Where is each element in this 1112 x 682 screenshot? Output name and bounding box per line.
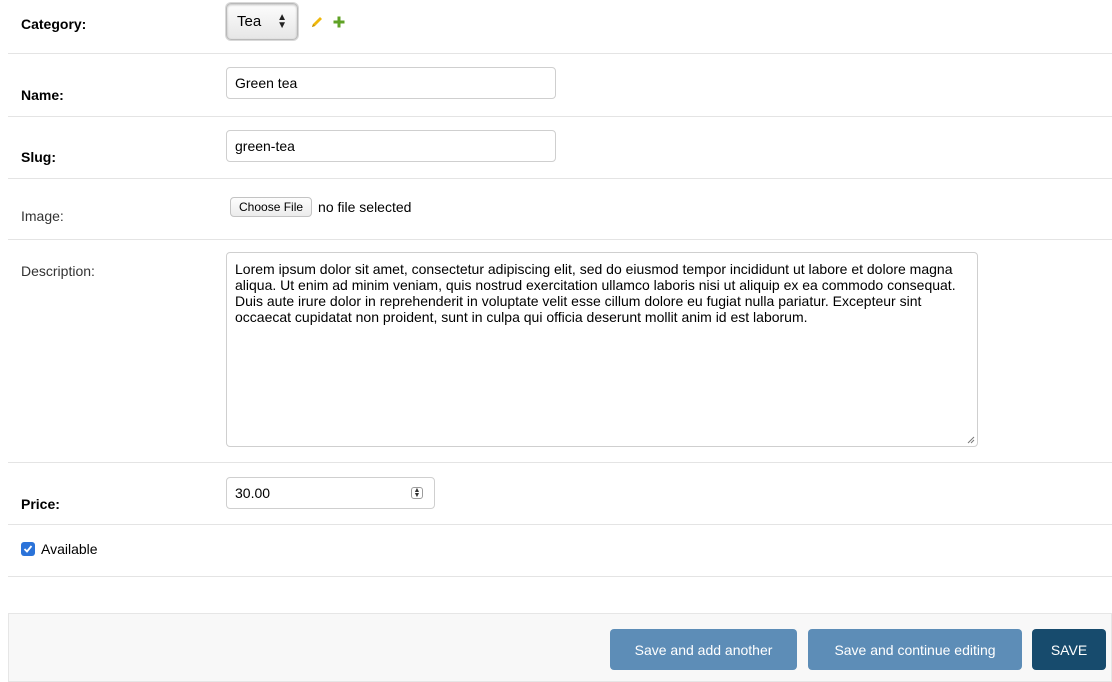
category-select[interactable]: Tea ▲ ▼ [226,3,298,40]
price-field: ▲▼ [226,477,435,509]
description-label: Description: [21,263,95,279]
description-row: Description: Lorem ipsum dolor sit amet,… [8,240,1112,463]
image-label: Image: [21,208,64,224]
stepper-icon[interactable]: ▲ ▼ [411,487,423,499]
slug-label: Slug: [21,149,56,165]
name-input[interactable] [226,67,556,99]
category-selected-value: Tea [237,13,262,30]
checkmark-icon [23,545,33,553]
category-row: Category: Tea ▲ ▼ [8,0,1112,54]
category-field: Tea ▲ ▼ [226,3,348,40]
slug-row: Slug: [8,117,1112,179]
price-input[interactable] [226,477,435,509]
plus-icon[interactable] [330,13,348,31]
save-and-continue-button[interactable]: Save and continue editing [808,629,1022,670]
submit-row: Save and add another Save and continue e… [8,613,1112,682]
file-status-text: no file selected [318,199,412,215]
save-and-add-another-button[interactable]: Save and add another [610,629,797,670]
resize-handle-icon[interactable] [967,436,975,444]
name-row: Name: [8,54,1112,117]
available-row: Available [8,525,1112,577]
available-label: Available [41,541,98,557]
slug-input[interactable] [226,130,556,162]
category-label: Category: [21,16,87,32]
select-arrows-icon: ▲ ▼ [277,11,287,31]
image-row: Image: Choose File no file selected [8,179,1112,240]
image-field: Choose File no file selected [230,197,411,217]
name-label: Name: [21,87,64,103]
description-text: Lorem ipsum dolor sit amet, consectetur … [235,261,956,325]
choose-file-button[interactable]: Choose File [230,197,313,217]
pencil-icon[interactable] [308,13,326,31]
available-field: Available [21,541,98,557]
available-checkbox[interactable] [21,542,35,556]
product-form: Category: Tea ▲ ▼ Name: Green tea Slug: … [8,0,1112,577]
description-textarea[interactable]: Lorem ipsum dolor sit amet, consectetur … [226,252,978,447]
save-button[interactable]: SAVE [1032,629,1106,670]
price-label: Price: [21,496,60,512]
price-row: Price: ▲▼ [8,463,1112,525]
